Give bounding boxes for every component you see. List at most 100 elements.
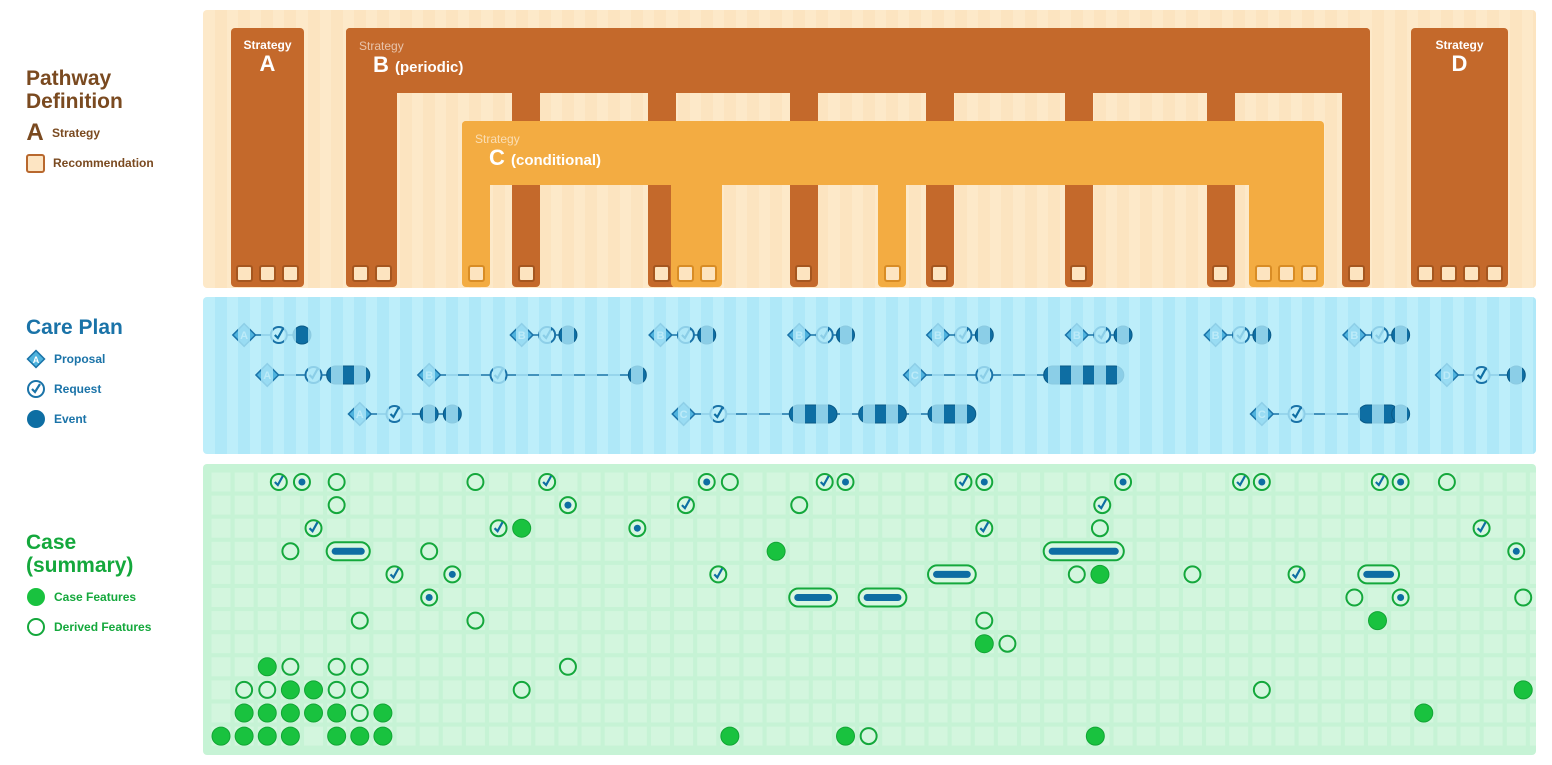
grid-cell — [1414, 495, 1434, 515]
grid-cell — [1159, 703, 1179, 723]
grid-cell — [257, 564, 277, 584]
grid-cell — [489, 634, 509, 654]
grid-cell — [442, 680, 462, 700]
derived-event-feature — [1391, 588, 1410, 607]
grid-cell — [211, 634, 231, 654]
grid-cell — [1182, 541, 1202, 561]
grid-cell — [1483, 611, 1503, 631]
grid-cell — [1044, 564, 1064, 584]
grid-cell — [489, 703, 509, 723]
grid-cell — [812, 634, 832, 654]
grid-cell — [627, 634, 647, 654]
grid-cell — [997, 518, 1017, 538]
grid-cell — [1136, 472, 1156, 492]
grid-cell — [280, 657, 300, 677]
grid-cell — [512, 703, 532, 723]
grid-cell — [836, 564, 856, 584]
grid-cell — [1044, 680, 1064, 700]
grid-cell — [373, 541, 393, 561]
grid-cell — [1182, 611, 1202, 631]
grid-cell — [1368, 726, 1387, 746]
grid-cell — [766, 634, 786, 654]
grid-cell — [789, 564, 809, 584]
case-feature — [373, 726, 393, 746]
grid-cell — [604, 611, 624, 631]
column-stripe — [770, 297, 783, 454]
grid-cell — [304, 634, 324, 654]
grid-cell — [1460, 657, 1480, 677]
grid-cell — [373, 518, 393, 538]
grid-cell — [558, 634, 578, 654]
grid-cell — [1414, 680, 1434, 700]
grid-cell — [1437, 634, 1457, 654]
proposal-diamond-icon: A — [26, 349, 46, 369]
grid-cell — [1113, 634, 1133, 654]
column-stripe — [215, 297, 227, 454]
recommendation-square — [1301, 265, 1318, 282]
column-stripe — [1070, 297, 1083, 454]
column-stripe — [978, 297, 991, 454]
grid-cell — [1159, 518, 1179, 538]
grid-cell — [1044, 518, 1064, 538]
grid-cell — [558, 518, 578, 538]
grid-cell — [1229, 495, 1249, 515]
grid-cell — [234, 634, 254, 654]
derived-request-feature — [1093, 496, 1112, 515]
case-summary-panel — [203, 464, 1536, 755]
grid-cell — [905, 588, 925, 607]
column-stripe — [307, 297, 320, 454]
grid-cell — [581, 495, 601, 515]
strategy-B-name: B (periodic) — [373, 52, 464, 77]
legend-label: Event — [54, 412, 87, 426]
grid-cell — [882, 472, 902, 492]
grid-cell — [1437, 495, 1457, 515]
grid-cell — [997, 495, 1017, 515]
grid-cell — [650, 634, 670, 654]
derived-event-feature — [443, 565, 462, 584]
grid-cell — [1437, 726, 1457, 746]
grid-cell — [327, 472, 347, 492]
grid-cell — [1506, 518, 1526, 538]
grid-cell — [1206, 588, 1226, 607]
grid-cell — [743, 634, 763, 654]
grid-cell — [1067, 726, 1087, 746]
grid-cell — [280, 588, 300, 607]
grid-cell — [1529, 495, 1536, 515]
column-stripe — [376, 297, 389, 454]
grid-cell — [465, 657, 485, 677]
grid-cell — [1414, 634, 1434, 654]
grid-cell — [1460, 726, 1480, 746]
grid-cell — [905, 564, 925, 584]
grid-cell — [1136, 564, 1156, 584]
grid-cell — [1529, 634, 1536, 654]
legend-derived-features: Derived Features — [26, 617, 151, 637]
grid-cell — [812, 518, 832, 538]
grid-cell — [812, 726, 832, 746]
grid-cell — [419, 703, 439, 723]
grid-cell — [836, 611, 856, 631]
legend-case-features: Case Features — [26, 587, 151, 607]
grid-cell — [1483, 541, 1503, 561]
grid-cell — [257, 518, 277, 538]
case-legend-title: Case (summary) — [26, 531, 134, 577]
grid-cell — [1344, 588, 1364, 607]
case-feature — [1090, 564, 1110, 584]
column-stripe — [1440, 297, 1453, 454]
grid-cell — [465, 726, 485, 746]
grid-cell — [1298, 588, 1318, 607]
grid-cell — [1206, 703, 1226, 723]
grid-cell — [489, 726, 509, 746]
case-feature — [257, 657, 277, 677]
grid-cell — [1067, 611, 1087, 631]
grid-cell — [1460, 564, 1480, 584]
grid-cell — [1136, 541, 1156, 561]
grid-cell — [442, 611, 462, 631]
grid-cell — [442, 703, 462, 723]
case-feature — [280, 680, 300, 700]
grid-cell — [650, 611, 670, 631]
pathway-legend: Pathway Definition A Strategy Recommendati… — [26, 67, 154, 173]
grid-cell — [766, 472, 786, 492]
grid-cell — [1298, 541, 1318, 561]
grid-cell — [304, 564, 324, 584]
derived-event-feature — [836, 473, 855, 491]
